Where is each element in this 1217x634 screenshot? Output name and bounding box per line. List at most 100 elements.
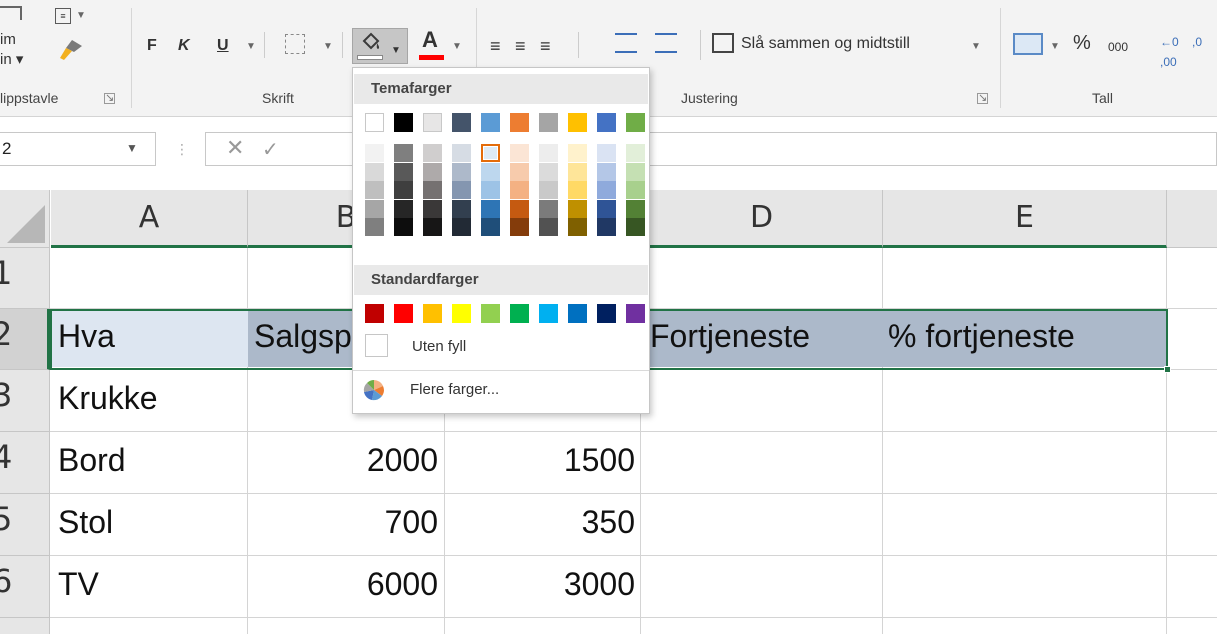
decrease-indent-icon[interactable] [615, 33, 637, 53]
theme-shade-swatch[interactable] [539, 162, 558, 181]
theme-shade-swatch[interactable] [568, 199, 587, 218]
select-all-button[interactable] [0, 190, 50, 248]
theme-shade-swatch[interactable] [394, 162, 413, 181]
theme-shade-swatch[interactable] [626, 199, 645, 218]
borders-dropdown-icon[interactable]: ▼ [323, 41, 333, 52]
theme-color-swatch[interactable] [394, 113, 413, 132]
theme-shade-swatch[interactable] [626, 181, 645, 200]
currency-dropdown-icon[interactable]: ▼ [1050, 41, 1060, 52]
enter-icon[interactable]: ✓ [262, 137, 279, 162]
percent-style-button[interactable]: % [1073, 33, 1091, 53]
theme-color-swatch[interactable] [481, 113, 500, 132]
theme-shade-swatch[interactable] [452, 181, 471, 200]
align-center-icon[interactable]: ≡ [515, 36, 526, 56]
theme-shade-swatch[interactable] [365, 144, 384, 162]
standard-color-swatch[interactable] [597, 304, 616, 323]
paste-label-line1[interactable]: im [0, 30, 16, 50]
theme-shade-swatch[interactable] [597, 144, 616, 162]
theme-shade-swatch[interactable] [481, 199, 500, 218]
increase-indent-icon[interactable] [655, 33, 677, 53]
theme-shade-swatch[interactable] [568, 181, 587, 200]
column-header-a[interactable]: A [51, 190, 248, 248]
paste-label-line2[interactable]: in ▾ [0, 50, 23, 70]
name-box-dropdown-icon[interactable]: ▼ [126, 141, 138, 155]
row-header-4[interactable]: 4 [0, 432, 50, 494]
cell-a3[interactable]: Krukke [58, 380, 158, 417]
theme-color-swatch[interactable] [510, 113, 529, 132]
theme-shade-swatch[interactable] [394, 199, 413, 218]
comma-style-button[interactable]: 000 [1108, 37, 1128, 57]
theme-shade-swatch[interactable] [626, 162, 645, 181]
cell-c5[interactable]: 350 [445, 504, 635, 541]
row-header-5[interactable]: 5 [0, 494, 50, 556]
alignment-launcher-icon[interactable]: ↘ [977, 93, 988, 104]
formula-bar-grip-icon[interactable]: ⋮ [175, 141, 189, 158]
standard-color-swatch[interactable] [452, 304, 471, 323]
merge-center-icon[interactable] [712, 33, 734, 53]
theme-color-swatch[interactable] [539, 113, 558, 132]
theme-shade-swatch[interactable] [365, 199, 384, 218]
format-painter-icon[interactable] [58, 36, 86, 62]
italic-button[interactable]: K [178, 36, 190, 56]
theme-shade-swatch[interactable] [597, 162, 616, 181]
theme-shade-swatch[interactable] [510, 218, 529, 237]
theme-color-swatch[interactable] [597, 113, 616, 132]
theme-shade-swatch[interactable] [481, 162, 500, 181]
bold-button[interactable]: F [147, 36, 157, 56]
theme-shade-swatch[interactable] [423, 199, 442, 218]
clipboard-launcher-icon[interactable]: ↘ [104, 93, 115, 104]
paste-icon[interactable] [0, 6, 22, 20]
standard-color-swatch[interactable] [568, 304, 587, 323]
theme-shade-swatch[interactable] [452, 144, 471, 162]
no-fill-swatch-icon[interactable] [365, 334, 388, 357]
column-header-d[interactable]: D [641, 190, 883, 248]
theme-shade-swatch[interactable] [568, 162, 587, 181]
theme-shade-swatch[interactable] [394, 181, 413, 200]
theme-shade-swatch[interactable] [481, 181, 500, 200]
fill-dropdown-icon[interactable]: ▼ [391, 41, 401, 61]
theme-shade-swatch[interactable] [423, 218, 442, 237]
cell-b5[interactable]: 700 [248, 504, 438, 541]
theme-shade-swatch[interactable] [597, 199, 616, 218]
cell-a5[interactable]: Stol [58, 504, 113, 541]
theme-shade-swatch[interactable] [568, 144, 587, 162]
theme-shade-swatch[interactable] [394, 218, 413, 237]
theme-shade-swatch[interactable] [365, 218, 384, 237]
theme-shade-swatch[interactable] [626, 218, 645, 237]
underline-dropdown-icon[interactable]: ▼ [246, 41, 256, 52]
theme-shade-swatch[interactable] [539, 144, 558, 162]
theme-color-swatch[interactable] [452, 113, 471, 132]
row-header-3[interactable]: 3 [0, 370, 50, 432]
column-header-f[interactable] [1167, 190, 1217, 248]
row-header-7[interactable] [0, 618, 50, 634]
fill-handle[interactable] [1164, 366, 1171, 373]
currency-format-icon[interactable] [1013, 33, 1043, 55]
font-color-dropdown-icon[interactable]: ▼ [452, 41, 462, 52]
theme-shade-swatch[interactable] [597, 218, 616, 237]
underline-button[interactable]: U [217, 36, 229, 56]
theme-shade-swatch[interactable] [365, 181, 384, 200]
theme-color-swatch[interactable] [423, 113, 442, 132]
cell-c6[interactable]: 3000 [445, 566, 635, 603]
borders-icon[interactable] [285, 34, 305, 54]
standard-color-swatch[interactable] [365, 304, 384, 323]
align-left-icon[interactable]: ≡ [490, 36, 501, 56]
cell-a4[interactable]: Bord [58, 442, 126, 479]
decrease-decimal-icon[interactable]: ,0 [1192, 32, 1202, 52]
merge-dropdown-icon[interactable]: ▼ [971, 41, 981, 52]
row-header-1[interactable]: 1 [0, 248, 50, 309]
standard-color-swatch[interactable] [510, 304, 529, 323]
standard-color-swatch[interactable] [481, 304, 500, 323]
cell-b4[interactable]: 2000 [248, 442, 438, 479]
cell-c4[interactable]: 1500 [445, 442, 635, 479]
theme-shade-swatch[interactable] [423, 144, 442, 162]
theme-shade-swatch[interactable] [423, 162, 442, 181]
column-header-e[interactable]: E [883, 190, 1167, 248]
theme-shade-swatch[interactable] [510, 181, 529, 200]
theme-shade-swatch[interactable] [597, 181, 616, 200]
standard-color-swatch[interactable] [423, 304, 442, 323]
merge-center-button[interactable]: Slå sammen og midtstill [741, 34, 910, 54]
theme-shade-swatch[interactable] [539, 199, 558, 218]
cell-a6[interactable]: TV [58, 566, 99, 603]
theme-shade-swatch[interactable] [394, 144, 413, 162]
